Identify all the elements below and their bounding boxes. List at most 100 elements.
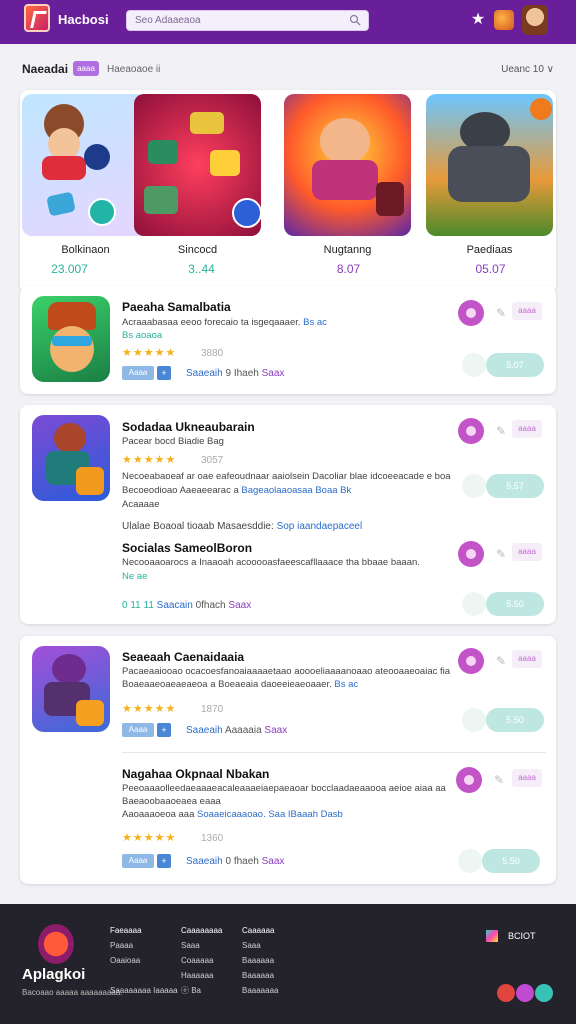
game-desc-5b: Baeaoobaaoeaea eaaa [122, 796, 221, 807]
featured-tile-4[interactable] [426, 94, 553, 236]
category-chip-5[interactable]: Aaaa [122, 854, 154, 868]
game-desc-2: Necoeabaoeaf ar oae eafeoudnaar aaiolsei… [122, 471, 451, 482]
preview-button-2[interactable] [462, 474, 486, 498]
featured-tile-1[interactable] [22, 94, 149, 236]
preview-button-3[interactable] [462, 592, 486, 616]
tag-pill-5[interactable]: aaaa [512, 769, 542, 787]
brand-name[interactable]: Hacbosi [58, 12, 109, 27]
footer-link[interactable]: Caaaaaa [242, 923, 278, 938]
social-icon-3[interactable] [535, 984, 553, 1002]
favorite-button-4[interactable] [458, 648, 484, 674]
rating-stars-2: ★★★★★ [122, 454, 177, 466]
featured-price-3: 8.07 [336, 262, 361, 276]
game-desc-2c: Acaaaae [122, 499, 160, 510]
sort-dropdown[interactable]: Ueanc 10 ∨ [501, 64, 554, 75]
tag-pill-1[interactable]: aaaa [512, 302, 542, 320]
featured-tile-2[interactable] [134, 94, 261, 236]
favorite-button-1[interactable] [458, 300, 484, 326]
footer-link[interactable]: Saaaaaaaa Iaaaaa [110, 983, 178, 998]
game-thumb-1[interactable] [32, 296, 110, 382]
game-meta-5: Saaeaih 0 fhaeh Saax [186, 856, 285, 867]
search-bar[interactable]: Seo Adaaeaoa [126, 10, 369, 31]
footer-link[interactable]: Paaaa [110, 938, 178, 953]
plus-icon[interactable]: + [157, 366, 171, 380]
rating-value-2: 3057 [201, 455, 224, 466]
wishlist-icon[interactable]: ✎ [494, 306, 508, 320]
rating-stars-4: ★★★★★ [122, 703, 177, 715]
footer-link[interactable]: Haaaaaa [181, 968, 222, 983]
game-desc-3: Necooaaoarocs a Inaaoah acooooasfaeescaf… [122, 557, 420, 568]
play-button-4[interactable]: 5.50 [486, 708, 544, 732]
plus-icon[interactable]: + [157, 723, 171, 737]
footer-link[interactable]: Baaaaaa [242, 953, 278, 968]
section-tag[interactable]: aaaa [73, 61, 99, 76]
footer-col-3: Caaaaaa Saaa Baaaaaa Baaaaaa Baaaaaaa [242, 923, 278, 998]
puzzle-icon[interactable] [494, 10, 514, 30]
footer-link[interactable]: Baaaaaa [242, 968, 278, 983]
tag-pill-3[interactable]: aaaa [512, 543, 542, 561]
featured-name-1[interactable]: Bolkinaon [22, 244, 149, 256]
wishlist-icon[interactable]: ✎ [494, 654, 508, 668]
footer-col-1: Faeaaaa Paaaa Oaaioaa Saaaaaaaa Iaaaaa [110, 923, 178, 998]
rating-value-4: 1870 [201, 704, 224, 715]
footer-brand[interactable]: Aplagkoi [22, 966, 85, 983]
favorite-button-2[interactable] [458, 418, 484, 444]
featured-name-2[interactable]: Sincocd [134, 244, 261, 256]
footer-link[interactable]: Caaaaaaaa [181, 923, 222, 938]
game-title-4[interactable]: Seaeaah Caenaidaaia [122, 650, 244, 664]
footer-link[interactable]: Faeaaaa [110, 923, 178, 938]
store-badge-text[interactable]: BCIOT [508, 931, 536, 941]
social-icon-2[interactable] [516, 984, 534, 1002]
plus-icon[interactable]: + [157, 854, 171, 868]
footer-link[interactable]: Oaaioaa [110, 953, 178, 968]
game-title-3[interactable]: Socialas SameolBoron [122, 541, 252, 555]
star-icon[interactable]: ★ [468, 10, 488, 30]
featured-name-4[interactable]: Paediaas [426, 244, 553, 256]
game-desc-4b: Boaeaaeoaeaeaeoa a Boeaeaia daoeeieaeoaa… [122, 679, 359, 690]
game-desc-5: Peeoaaaolleedaeaaaeacaleaaaeiaepaeaoar b… [122, 783, 446, 794]
favorite-button-5[interactable] [456, 767, 482, 793]
preview-button-1[interactable] [462, 353, 486, 377]
search-input[interactable]: Seo Adaaeaoa [135, 15, 201, 26]
game-meta-3: 0 11 11 Saacain 0fhach Saax [122, 600, 252, 611]
featured-name-3[interactable]: Nugtanng [284, 244, 411, 256]
rating-stars-5: ★★★★★ [122, 832, 177, 844]
game-subtitle-2: Pacear bocd Biadie Bag [122, 436, 224, 447]
game-desc-5c: Aaoaaaoeoa aaa Soaaeicaaaoao. Saa IBaaah… [122, 809, 343, 820]
preview-button-4[interactable] [462, 708, 486, 732]
social-icon-1[interactable] [497, 984, 515, 1002]
rating-value-5: 1360 [201, 833, 224, 844]
app-logo[interactable] [24, 4, 50, 32]
rating-value-1: 3880 [201, 348, 224, 359]
featured-tile-3[interactable] [284, 94, 411, 236]
footer-logo[interactable] [38, 924, 74, 964]
section-subtitle[interactable]: Haeaoaoe ii [107, 64, 160, 75]
category-chip-1[interactable]: Aaaa [122, 366, 154, 380]
play-button-2[interactable]: 5.57 [486, 474, 544, 498]
wishlist-icon[interactable]: ✎ [494, 424, 508, 438]
avatar[interactable] [522, 5, 548, 35]
play-button-1[interactable]: 5.07 [486, 353, 544, 377]
footer-link[interactable]: Saaa [181, 938, 222, 953]
footer-link[interactable]: Saaa [242, 938, 278, 953]
wishlist-icon[interactable]: ✎ [494, 547, 508, 561]
tag-pill-2[interactable]: aaaa [512, 420, 542, 438]
game-thumb-4[interactable] [32, 646, 110, 732]
footer-link[interactable]: Coaaaaa [181, 953, 222, 968]
category-chip-4[interactable]: Aaaa [122, 723, 154, 737]
footer-link[interactable]: Baaaaaaa [242, 983, 278, 998]
game-title-1[interactable]: Paeaha Samalbatia [122, 300, 231, 314]
favorite-button-3[interactable] [458, 541, 484, 567]
search-icon[interactable] [349, 14, 361, 26]
wishlist-icon[interactable]: ✎ [492, 773, 506, 787]
footer-tagline: Bacoaao aaaaa aaaaaaaaa. [22, 988, 123, 997]
preview-button-5[interactable] [458, 849, 482, 873]
footer-link[interactable]: ⓞ Ba [181, 983, 222, 998]
store-badge-icon[interactable] [486, 930, 498, 942]
play-button-3[interactable]: 5.50 [486, 592, 544, 616]
tag-pill-4[interactable]: aaaa [512, 650, 542, 668]
game-thumb-2[interactable] [32, 415, 110, 501]
game-title-5[interactable]: Nagahaa Okpnaal Nbakan [122, 767, 269, 781]
play-button-5[interactable]: 5.50 [482, 849, 540, 873]
game-title-2[interactable]: Sodadaa Ukneaubarain [122, 420, 255, 434]
